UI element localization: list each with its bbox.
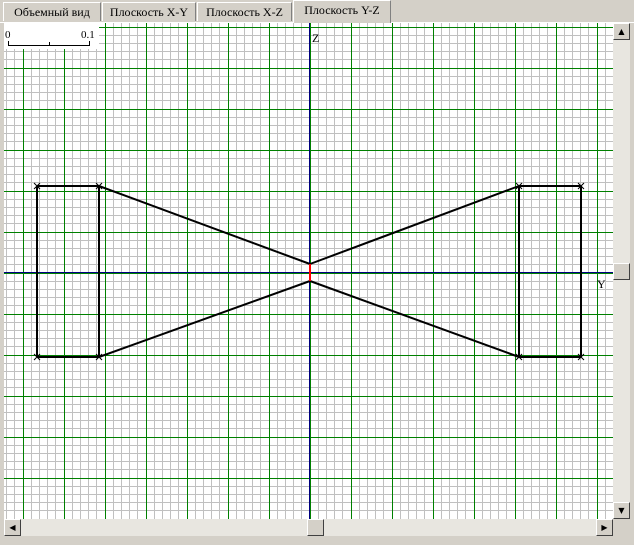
- viewport-drawing: Z Y 0 0.1: [4, 23, 613, 519]
- edge: [98, 280, 311, 358]
- z-axis-label: Z: [312, 31, 319, 45]
- arrow-left-icon[interactable]: ◀: [4, 519, 21, 536]
- edge: [309, 280, 520, 358]
- edge: [309, 185, 520, 265]
- vertical-scrollbar[interactable]: ▲ ▼: [613, 23, 630, 519]
- arrow-right-icon[interactable]: ▶: [596, 519, 613, 536]
- scale-start-label: 0: [5, 29, 11, 41]
- y-axis-label: Y: [597, 277, 606, 291]
- scrollbar-corner: [613, 519, 630, 536]
- tab-3d-view[interactable]: Объемный вид: [3, 2, 101, 21]
- tab-plane-xy[interactable]: Плоскость X-Y: [102, 2, 196, 21]
- horizontal-scroll-thumb[interactable]: [307, 519, 324, 536]
- vertical-scroll-thumb[interactable]: [613, 263, 630, 280]
- tab-plane-xz[interactable]: Плоскость X-Z: [197, 2, 292, 21]
- scale-bar: 0 0.1: [4, 23, 99, 49]
- tab-bar: Объемный вид Плоскость X-Y Плоскость X-Z…: [0, 0, 634, 24]
- yz-plane-viewport[interactable]: Z Y 0 0.1: [4, 23, 613, 519]
- horizontal-scrollbar[interactable]: ◀ ▶: [4, 519, 613, 536]
- edge: [98, 185, 311, 265]
- arrow-up-icon[interactable]: ▲: [613, 23, 630, 40]
- tab-plane-yz[interactable]: Плоскость Y-Z: [293, 0, 391, 23]
- axes: [4, 23, 613, 519]
- arrow-down-icon[interactable]: ▼: [613, 502, 630, 519]
- scale-end-label: 0.1: [81, 29, 95, 41]
